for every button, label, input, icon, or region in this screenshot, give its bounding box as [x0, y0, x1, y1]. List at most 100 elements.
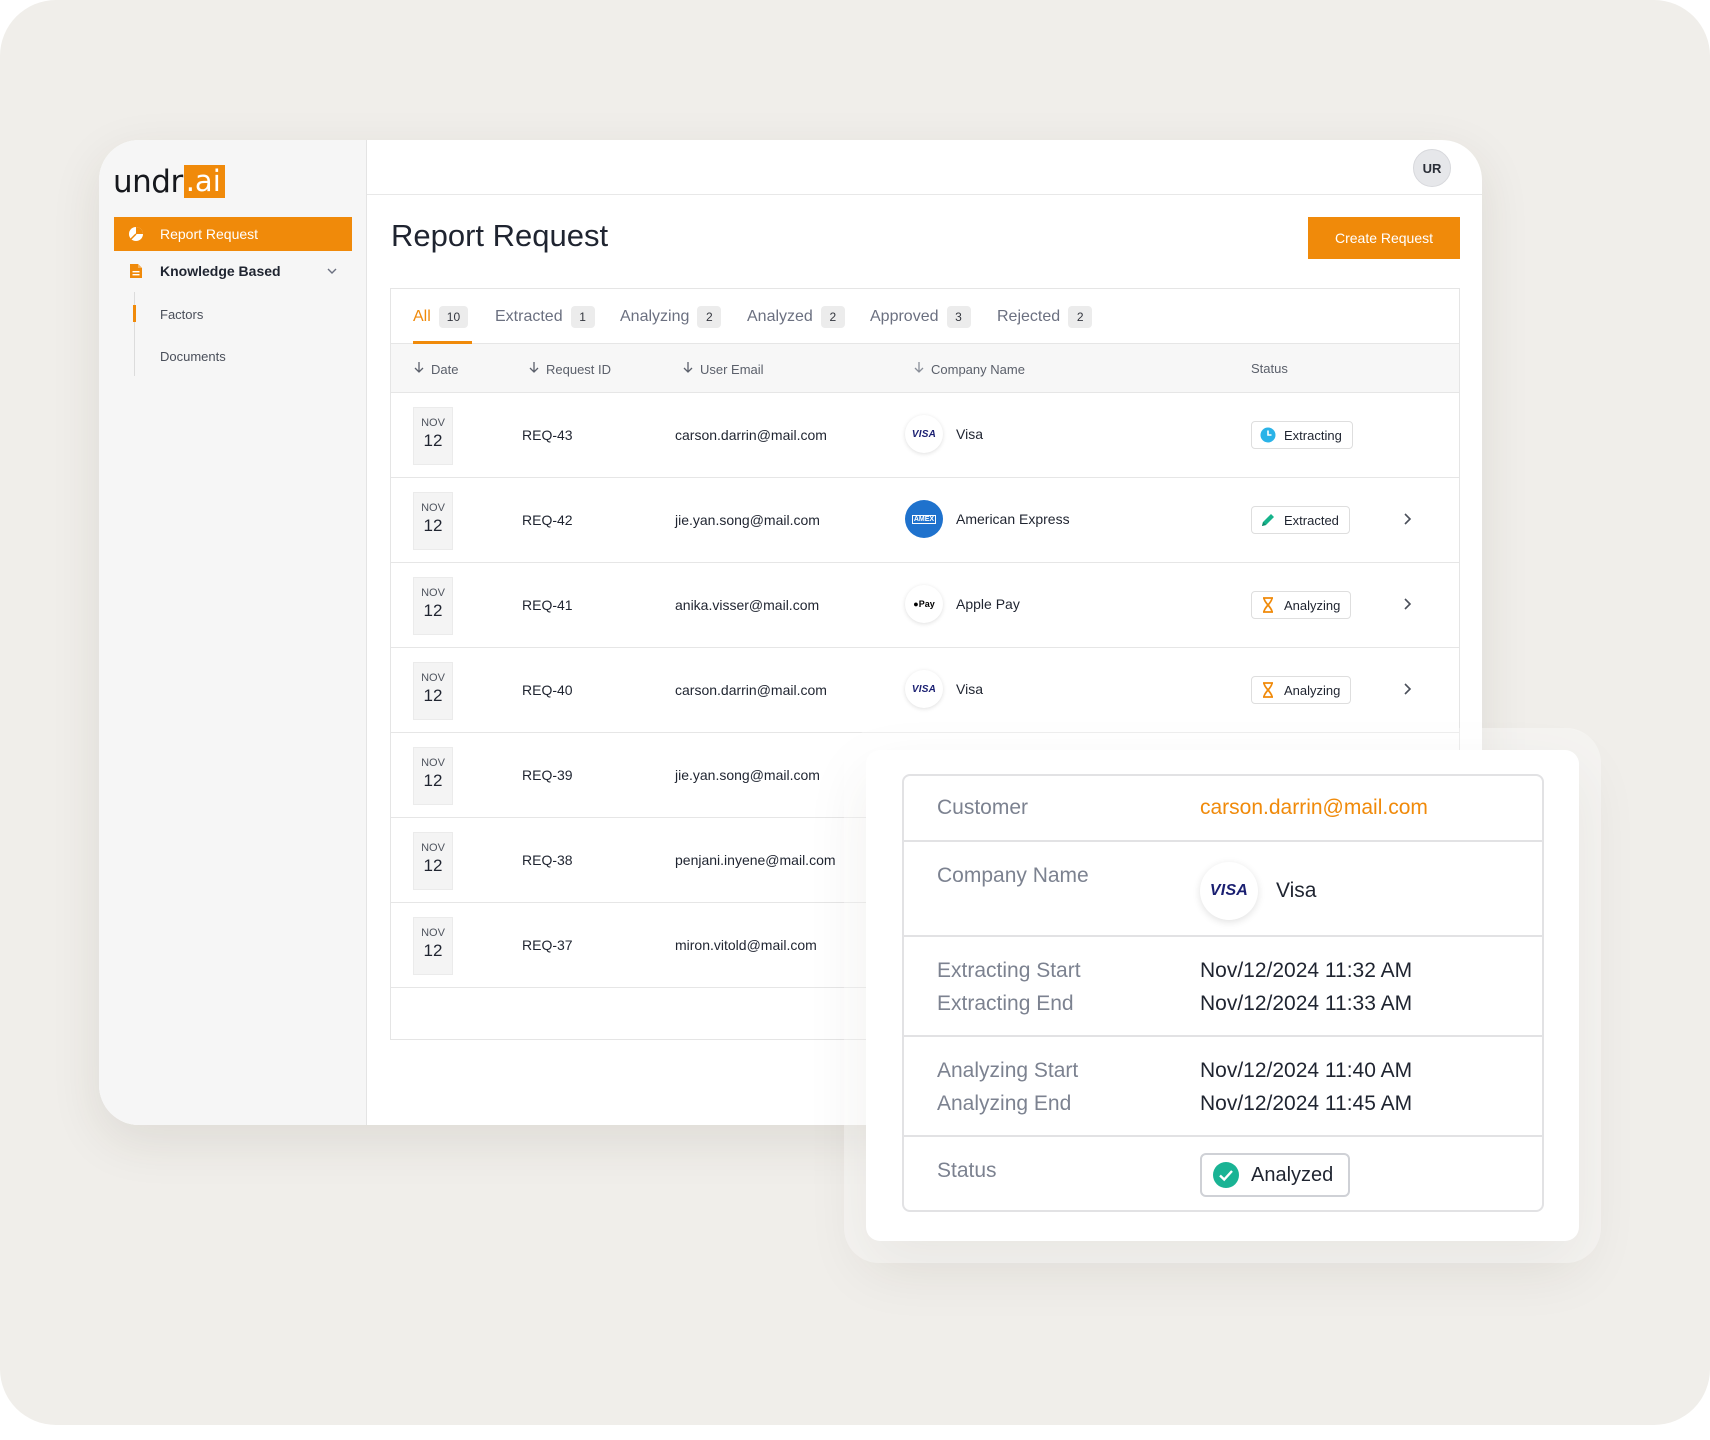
sidebar-item-report-request[interactable]: Report Request	[114, 217, 352, 251]
hourglass-icon	[1260, 682, 1276, 698]
arrow-down-icon	[682, 361, 694, 377]
tab-approved[interactable]: Approved 3	[870, 304, 971, 330]
date-day: 12	[423, 601, 443, 620]
sidebar-subitem-documents[interactable]: Documents	[160, 349, 226, 364]
table-row[interactable]: NOV 12 REQ-42 jie.yan.song@mail.com AMEX…	[391, 478, 1459, 563]
date-badge: NOV 12	[413, 492, 453, 550]
tab-analyzing[interactable]: Analyzing 2	[620, 304, 722, 330]
chevron-right-icon[interactable]	[1401, 682, 1413, 701]
extracting-end-label: Extracting End	[937, 992, 1074, 1015]
logo-text: VISA	[911, 683, 937, 695]
request-id: REQ-43	[522, 427, 573, 443]
column-label: Request ID	[546, 361, 612, 377]
column-label: Company Name	[931, 361, 1025, 377]
date-month: NOV	[421, 927, 445, 939]
sidebar-subitem-factors[interactable]: Factors	[160, 307, 203, 322]
company-name: Visa	[956, 426, 983, 442]
arrow-down-icon	[528, 361, 540, 377]
user-email: miron.vitold@mail.com	[675, 937, 817, 953]
column-header-date[interactable]: Date	[413, 361, 458, 377]
status-badge: Analyzing	[1251, 591, 1352, 619]
date-month: NOV	[421, 757, 445, 769]
analyzing-end-value: Nov/12/2024 11:45 AM	[1200, 1092, 1413, 1115]
table-row[interactable]: NOV 12 REQ-41 anika.visser@mail.com ●Pay…	[391, 563, 1459, 648]
company-name: American Express	[956, 511, 1070, 527]
tab-label: All	[413, 308, 431, 325]
status-badge: Analyzing	[1251, 676, 1352, 704]
top-bar: UR	[367, 140, 1482, 195]
arrow-down-icon	[413, 361, 425, 377]
table-row[interactable]: NOV 12 REQ-40 carson.darrin@mail.com VIS…	[391, 648, 1459, 733]
date-day: 12	[423, 431, 443, 450]
pie-chart-icon	[127, 225, 145, 243]
date-day: 12	[423, 771, 443, 790]
visa-logo-icon: VISA	[905, 415, 943, 453]
analyzing-start-value: Nov/12/2024 11:40 AM	[1200, 1059, 1413, 1082]
tab-analyzed[interactable]: Analyzed 2	[747, 304, 845, 330]
tab-rejected[interactable]: Rejected 2	[997, 304, 1093, 330]
logo-suffix: .ai	[183, 165, 225, 198]
tab-all[interactable]: All 10	[413, 304, 469, 330]
request-id: REQ-42	[522, 512, 573, 528]
column-label: Date	[431, 361, 459, 377]
status-badge: Extracting	[1251, 421, 1353, 449]
logo-text: VISA	[1209, 882, 1249, 899]
table-header: Date Request ID User Email Company Name …	[391, 344, 1459, 393]
date-badge: NOV 12	[413, 662, 453, 720]
sidebar-item-knowledge-based[interactable]: Knowledge Based	[114, 254, 352, 288]
request-id: REQ-39	[522, 767, 573, 783]
visa-logo-icon: VISA	[1200, 862, 1258, 920]
detail-row-extracting: Extracting Start Nov/12/2024 11:32 AM Ex…	[904, 937, 1542, 1037]
company-name: Visa	[956, 681, 983, 697]
user-email: jie.yan.song@mail.com	[675, 767, 820, 783]
extracting-start-value: Nov/12/2024 11:32 AM	[1200, 959, 1413, 982]
date-month: NOV	[421, 672, 445, 684]
date-badge: NOV 12	[413, 407, 453, 465]
company-cell: ●Pay Apple Pay	[905, 585, 1020, 623]
request-id: REQ-38	[522, 852, 573, 868]
table-row[interactable]: NOV 12 REQ-43 carson.darrin@mail.com VIS…	[391, 393, 1459, 478]
logo-prefix: undr	[113, 164, 183, 200]
status-label: Analyzing	[1284, 682, 1341, 698]
company-value: Visa	[1276, 879, 1317, 902]
company-cell: VISA Visa	[905, 670, 983, 708]
pencil-icon	[1260, 512, 1276, 528]
user-email: jie.yan.song@mail.com	[675, 512, 820, 528]
status-label: Analyzing	[1284, 597, 1341, 613]
tab-count-badge: 2	[1068, 306, 1093, 328]
document-icon	[127, 262, 145, 280]
tab-count-badge: 3	[946, 306, 971, 328]
chevron-down-icon[interactable]	[326, 264, 338, 280]
hourglass-icon	[1260, 597, 1276, 613]
analyzing-start-label: Analyzing Start	[937, 1059, 1079, 1082]
tab-extracted[interactable]: Extracted 1	[495, 304, 595, 330]
request-id: REQ-40	[522, 682, 573, 698]
sidebar-item-label: Report Request	[160, 226, 259, 242]
chevron-right-icon[interactable]	[1401, 597, 1413, 616]
date-month: NOV	[421, 587, 445, 599]
status-value: Analyzed	[1251, 1163, 1334, 1186]
sidebar: undr .ai Report Request Knowledge Based	[99, 140, 367, 1125]
chevron-right-icon[interactable]	[1401, 512, 1413, 531]
date-month: NOV	[421, 842, 445, 854]
column-header-user-email[interactable]: User Email	[682, 361, 764, 377]
analyzing-end-label: Analyzing End	[937, 1092, 1072, 1115]
status-badge: Extracted	[1251, 506, 1350, 534]
tab-count-badge: 10	[438, 306, 469, 328]
column-header-company-name[interactable]: Company Name	[913, 361, 1025, 377]
column-header-status: Status	[1251, 361, 1288, 376]
request-detail-card: Customer carson.darrin@mail.com Company …	[902, 774, 1544, 1212]
tab-label: Rejected	[997, 308, 1061, 325]
date-day: 12	[423, 516, 443, 535]
create-request-button[interactable]: Create Request	[1308, 217, 1460, 259]
column-header-request-id[interactable]: Request ID	[528, 361, 611, 377]
customer-email-link[interactable]: carson.darrin@mail.com	[1200, 796, 1428, 820]
status-label: Extracted	[1284, 512, 1339, 528]
date-day: 12	[423, 941, 443, 960]
date-day: 12	[423, 856, 443, 875]
submenu-active-marker	[133, 305, 136, 322]
request-detail-panel: Customer carson.darrin@mail.com Company …	[866, 750, 1579, 1241]
user-email: penjani.inyene@mail.com	[675, 852, 836, 868]
check-circle-icon	[1212, 1161, 1240, 1189]
avatar[interactable]: UR	[1413, 149, 1451, 187]
